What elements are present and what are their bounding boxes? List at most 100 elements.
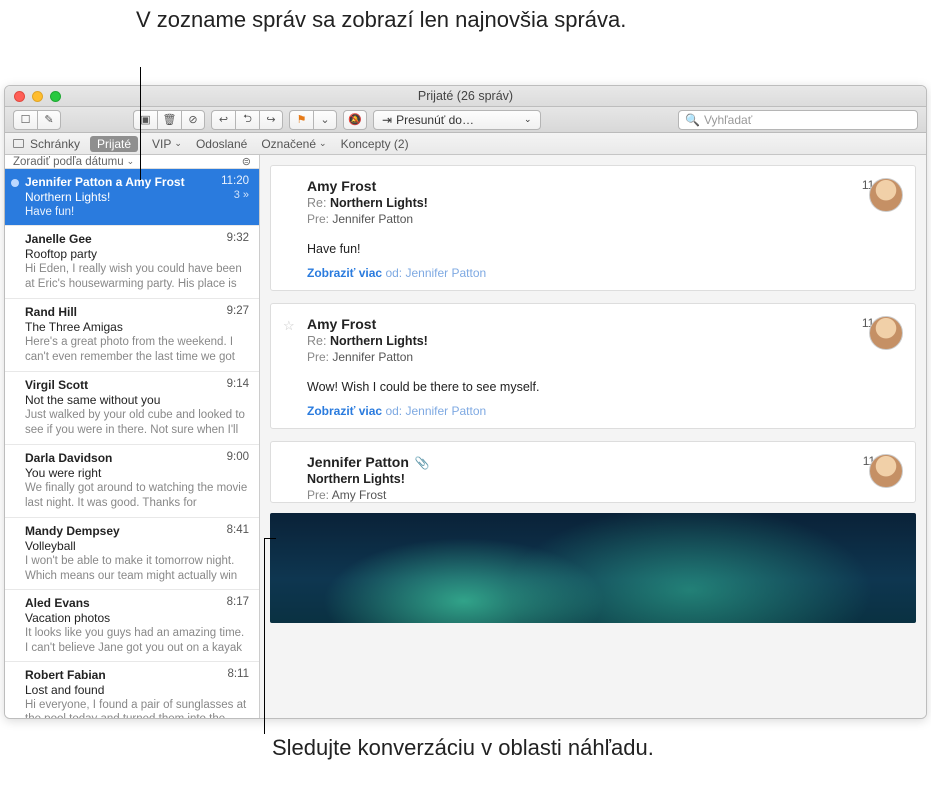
- message-list-item[interactable]: Janelle Gee 9:32 Rooftop partyHi Eden, I r…: [5, 226, 259, 299]
- fav-mailboxes-label: Schránky: [30, 137, 80, 151]
- fav-vip-label: VIP: [152, 137, 171, 151]
- fav-vip[interactable]: VIP⌄: [152, 137, 182, 151]
- message-sender: Aled Evans: [25, 596, 90, 610]
- junk-button[interactable]: ⊘: [181, 110, 205, 130]
- message-subject: Rooftop party: [25, 247, 97, 261]
- toolbar-flag-group: ⚑ ⌄: [289, 110, 337, 130]
- callout-top: V zozname správ sa zobrazí len najnovšia…: [136, 6, 626, 35]
- thread-message-card[interactable]: ☆Amy Frost11:13Re: Northern Lights!Pre: …: [270, 303, 916, 429]
- message-preview: Have fun!: [25, 205, 249, 219]
- message-list-item[interactable]: Darla Davidson9:00You were rightWe final…: [5, 445, 259, 518]
- thread-to: Pre: Amy Frost: [307, 488, 901, 502]
- fav-flagged[interactable]: Označené⌄: [261, 137, 326, 151]
- message-preview: We finally got around to watching the mo…: [25, 481, 249, 511]
- callout-line-bottom-h: [264, 538, 276, 539]
- callout-text: Sledujte konverzáciu v oblasti náhľadu.: [272, 735, 654, 760]
- message-sender: Mandy Dempsey: [25, 524, 120, 538]
- thread-from: Jennifer Patton📎: [307, 454, 430, 470]
- titlebar: Prijaté (26 správ): [5, 86, 926, 107]
- message-time: 11:20: [221, 175, 249, 189]
- toolbar-reply-group: ↩ ⮌ ↪: [211, 110, 283, 130]
- show-more-link[interactable]: Zobraziť viac: [307, 404, 382, 418]
- message-body: Wow! Wish I could be there to see myself…: [307, 380, 901, 394]
- toggle-sidebar-button[interactable]: ☐: [13, 110, 37, 130]
- avatar: [869, 316, 903, 350]
- thread-message-card[interactable]: Jennifer Patton📎11:11Northern Lights!Pre…: [270, 441, 916, 503]
- message-preview: Hi everyone, I found a pair of sunglasse…: [25, 698, 249, 718]
- thread-container: Amy Frost11:20Re: Northern Lights!Pre: J…: [260, 165, 926, 623]
- window-title: Prijaté (26 správ): [5, 89, 926, 103]
- toolbar: ☐ ✎ ▣ 🗑 ⊘ ↩ ⮌ ↪ ⚑ ⌄ 🔕 ⇥Presunúť do… ⌄ 🔍 …: [5, 107, 926, 133]
- move-to-button[interactable]: ⇥Presunúť do… ⌄: [373, 110, 541, 130]
- mute-button[interactable]: 🔕: [343, 110, 367, 130]
- archive-button[interactable]: ▣: [133, 110, 157, 130]
- chevron-down-icon: ⌄: [174, 138, 182, 149]
- fav-drafts[interactable]: Koncepty (2): [341, 137, 409, 151]
- thread-subject: Northern Lights!: [307, 472, 901, 486]
- show-more-from: od: Jennifer Patton: [385, 404, 486, 418]
- toolbar-file-group: ▣ 🗑 ⊘: [133, 110, 205, 130]
- attachment-image[interactable]: [270, 513, 916, 623]
- message-list-item[interactable]: Mandy Dempsey8:41VolleyballI won't be ab…: [5, 518, 259, 590]
- callout-bottom: Sledujte konverzáciu v oblasti náhľadu.: [272, 734, 654, 763]
- thread-subject: Re: Northern Lights!: [307, 334, 901, 348]
- show-more-from: od: Jennifer Patton: [385, 266, 486, 280]
- content-area: Zoradiť podľa dátumu ⌄ ⊜ Jennifer Patton…: [5, 155, 926, 718]
- star-icon[interactable]: ☆: [283, 318, 295, 334]
- message-time: 9:27: [227, 305, 249, 319]
- delete-button[interactable]: 🗑: [157, 110, 181, 130]
- sort-bar[interactable]: Zoradiť podľa dátumu ⌄ ⊜: [5, 155, 259, 169]
- thread-to: Pre: Jennifer Patton: [307, 212, 901, 226]
- reply-button[interactable]: ↩: [211, 110, 235, 130]
- message-preview: Just walked by your old cube and looked …: [25, 408, 249, 438]
- message-list-item[interactable]: Robert Fabian 8:11 Lost and foundHi everyo…: [5, 662, 259, 718]
- reply-all-button[interactable]: ⮌: [235, 110, 259, 130]
- forward-button[interactable]: ↪: [259, 110, 283, 130]
- message-subject: You were right: [25, 466, 101, 480]
- mailbox-icon: [13, 139, 24, 148]
- message-subject: Vacation photos: [25, 611, 110, 625]
- message-list-item[interactable]: Rand Hill9:27The Three AmigasHere's a gr…: [5, 299, 259, 372]
- fav-sent[interactable]: Odoslané: [196, 137, 247, 151]
- filter-icon[interactable]: ⊜: [242, 155, 251, 168]
- message-preview: I won't be able to make it tomorrow nigh…: [25, 554, 249, 583]
- message-subject: Lost and found: [25, 683, 104, 697]
- fav-mailboxes[interactable]: Schránky: [13, 137, 80, 151]
- attachment-icon: 📎: [415, 456, 430, 470]
- compose-button[interactable]: ✎: [37, 110, 61, 130]
- unread-dot-icon: [11, 236, 19, 244]
- thread-message-card[interactable]: Amy Frost11:20Re: Northern Lights!Pre: J…: [270, 165, 916, 291]
- flag-button[interactable]: ⚑: [289, 110, 313, 130]
- message-preview: Hi Eden, I really wish you could have be…: [25, 262, 249, 292]
- search-icon: 🔍: [685, 113, 700, 127]
- unread-dot-icon: [11, 179, 19, 187]
- fav-inbox-label: Prijaté: [97, 137, 131, 151]
- show-more[interactable]: Zobraziť viac od: Jennifer Patton: [307, 266, 901, 280]
- message-list-item[interactable]: Virgil Scott9:14Not the same without you…: [5, 372, 259, 445]
- message-sender: Janelle Gee: [25, 232, 92, 246]
- message-list-item[interactable]: Aled Evans8:17Vacation photosIt looks li…: [5, 590, 259, 662]
- message-list-item[interactable]: Jennifer Patton a Amy Frost11:20Northern…: [5, 169, 259, 226]
- mail-window: Prijaté (26 správ) ☐ ✎ ▣ 🗑 ⊘ ↩ ⮌ ↪ ⚑ ⌄ 🔕…: [4, 85, 927, 719]
- fav-drafts-label: Koncepty (2): [341, 137, 409, 151]
- message-time: 9:32: [227, 232, 249, 246]
- callout-text: V zozname správ sa zobrazí len najnovšia…: [136, 7, 626, 32]
- thread-to: Pre: Jennifer Patton: [307, 350, 901, 364]
- message-list: Zoradiť podľa dátumu ⌄ ⊜ Jennifer Patton…: [5, 155, 260, 718]
- chevron-down-icon: ⌄: [319, 138, 327, 149]
- flag-menu-button[interactable]: ⌄: [313, 110, 337, 130]
- message-list-container: Jennifer Patton a Amy Frost11:20Northern…: [5, 169, 259, 718]
- search-placeholder: Vyhľadať: [704, 113, 752, 127]
- fav-inbox[interactable]: Prijaté: [90, 136, 138, 152]
- toolbar-mailboxes-group: ☐ ✎: [13, 110, 61, 130]
- favorites-bar: Schránky Prijaté VIP⌄ Odoslané Označené⌄…: [5, 133, 926, 155]
- message-sender: Virgil Scott: [25, 378, 88, 392]
- message-time: 8:11: [227, 668, 249, 682]
- show-more[interactable]: Zobraziť viac od: Jennifer Patton: [307, 404, 901, 418]
- fav-flagged-label: Označené: [261, 137, 316, 151]
- message-time: 9:14: [227, 378, 249, 392]
- message-subject: The Three Amigas: [25, 320, 123, 334]
- show-more-link[interactable]: Zobraziť viac: [307, 266, 382, 280]
- search-field[interactable]: 🔍 Vyhľadať: [678, 110, 918, 130]
- message-sender: Robert Fabian: [25, 668, 106, 682]
